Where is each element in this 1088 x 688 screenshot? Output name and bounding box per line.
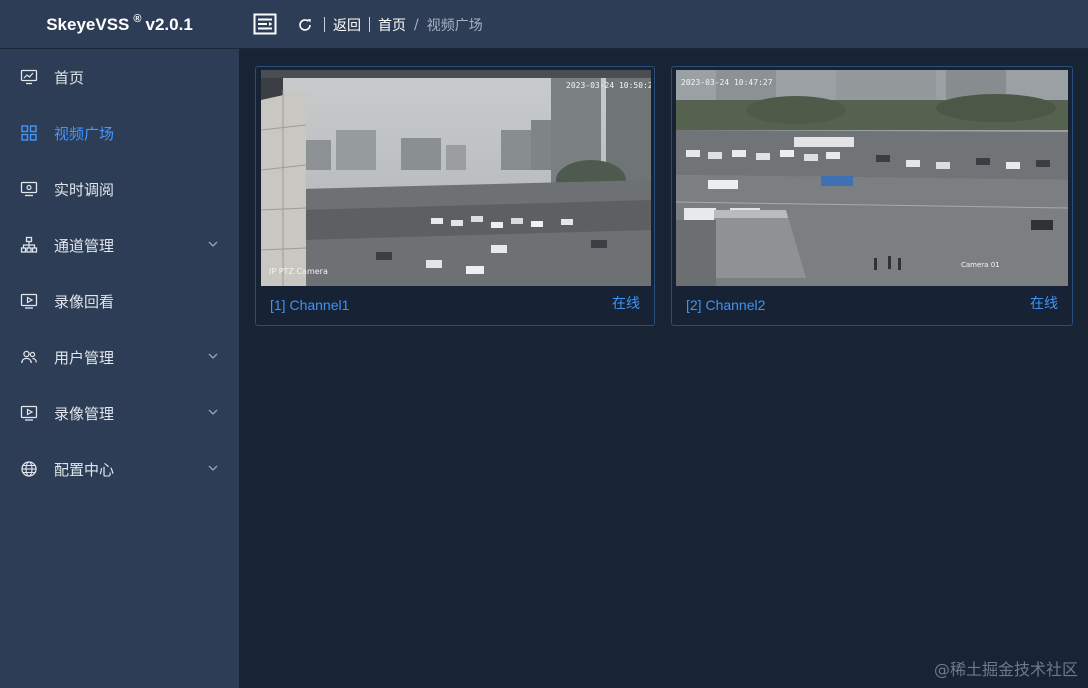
sidebar-item-label: 通道管理 — [54, 236, 115, 255]
sidebar-item-label: 视频广场 — [54, 124, 115, 143]
breadcrumb: 返回 首页 / 视频广场 — [296, 0, 483, 49]
channel-card[interactable]: 2023-03-24 10:50:24 IP PTZ Camera [1] Ch… — [255, 66, 655, 326]
channel-status-badge: 在线 — [612, 296, 640, 312]
refresh-icon[interactable] — [296, 16, 314, 34]
video-play-icon — [20, 404, 38, 422]
channel-overlay-label: IP PTZ Camera — [269, 267, 328, 276]
globe-icon — [20, 460, 38, 478]
sidebar: 首页 视频广场 实时调阅 通道管理 录像回看 用户管理 录像管理 配置中心 — [0, 49, 239, 688]
sidebar-item-recording-management[interactable]: 录像管理 — [0, 385, 239, 441]
sidebar-item-channel-management[interactable]: 通道管理 — [0, 217, 239, 273]
registered-mark: ® — [133, 12, 142, 25]
app-name: SkeyeVSS — [46, 14, 130, 34]
watermark: @稀土掘金技术社区 — [933, 660, 1078, 679]
menu-toggle-icon[interactable] — [253, 13, 277, 35]
channel-status-badge: 在线 — [1030, 296, 1058, 312]
sidebar-item-live-view[interactable]: 实时调阅 — [0, 161, 239, 217]
users-icon — [20, 348, 38, 366]
main-content: 2023-03-24 10:50:24 IP PTZ Camera [1] Ch… — [239, 49, 1088, 688]
sidebar-item-playback[interactable]: 录像回看 — [0, 273, 239, 329]
breadcrumb-home[interactable]: 首页 — [378, 15, 406, 35]
channel-timestamp: 2023-03-24 10:47:27 — [681, 78, 773, 87]
breadcrumb-divider — [324, 17, 325, 32]
app-version: v2.0.1 — [145, 14, 193, 34]
chevron-down-icon — [208, 409, 218, 415]
breadcrumb-separator: / — [414, 16, 419, 33]
breadcrumb-current: 视频广场 — [426, 17, 483, 34]
sidebar-item-label: 用户管理 — [54, 348, 115, 367]
monitor-chart-icon — [20, 68, 38, 86]
sidebar-item-label: 首页 — [54, 68, 85, 87]
sidebar-item-video-square[interactable]: 视频广场 — [0, 105, 239, 161]
chevron-down-icon — [208, 465, 218, 471]
channel-card[interactable]: 2023-03-24 10:47:27 Camera 01 [2] Channe… — [671, 66, 1073, 326]
sidebar-item-label: 录像管理 — [54, 404, 115, 423]
channel-thumbnail[interactable]: 2023-03-24 10:50:24 IP PTZ Camera — [261, 70, 651, 286]
monitor-icon — [20, 180, 38, 198]
video-play-icon — [20, 292, 38, 310]
channel-timestamp: 2023-03-24 10:50:24 — [566, 81, 651, 90]
chevron-down-icon — [208, 353, 218, 359]
channel-thumbnail[interactable]: 2023-03-24 10:47:27 Camera 01 — [676, 70, 1068, 286]
sidebar-item-label: 实时调阅 — [54, 180, 115, 199]
chevron-down-icon — [208, 241, 218, 247]
sidebar-item-home[interactable]: 首页 — [0, 49, 239, 105]
breadcrumb-divider — [369, 17, 370, 32]
grid-icon — [20, 124, 38, 142]
sidebar-item-label: 配置中心 — [54, 460, 115, 479]
sidebar-item-label: 录像回看 — [54, 292, 115, 311]
back-link[interactable]: 返回 — [333, 15, 361, 35]
channel-overlay-label: Camera 01 — [961, 261, 1000, 269]
hierarchy-icon — [20, 236, 38, 254]
sidebar-item-config-center[interactable]: 配置中心 — [0, 441, 239, 497]
app-logo[interactable]: SkeyeVSS ® v2.0.1 — [0, 0, 239, 49]
sidebar-item-user-management[interactable]: 用户管理 — [0, 329, 239, 385]
channel-title[interactable]: [2] Channel2 — [686, 297, 765, 313]
channel-title[interactable]: [1] Channel1 — [270, 297, 349, 313]
top-header: SkeyeVSS ® v2.0.1 返回 首页 / 视频广场 — [0, 0, 1088, 49]
